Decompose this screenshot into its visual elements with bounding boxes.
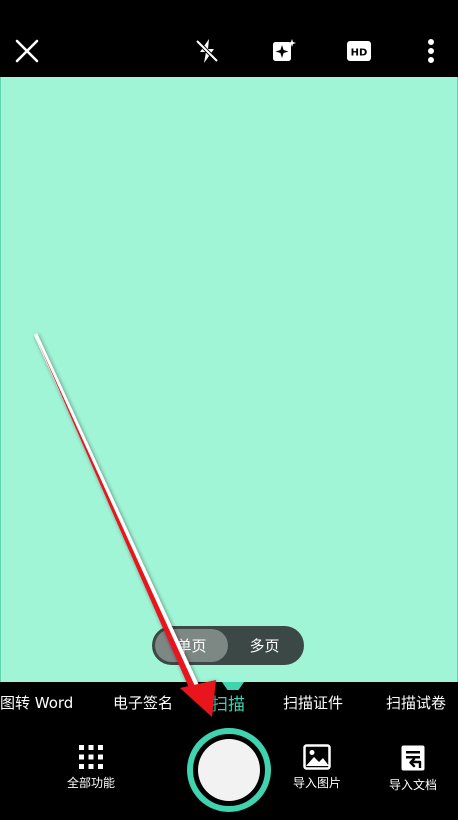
auto-enhance-button[interactable] <box>264 26 304 76</box>
hd-button[interactable]: HD <box>339 26 379 76</box>
grid-icon <box>79 745 103 769</box>
shutter-inner <box>198 739 260 801</box>
mode-image-to-word[interactable]: 图转 Word <box>0 692 73 713</box>
import-image-button[interactable]: 导入图片 <box>277 744 357 791</box>
mode-scan-id[interactable]: 扫描证件 <box>283 692 343 713</box>
mode-scan[interactable]: 扫描 <box>211 690 245 715</box>
mode-e-signature[interactable]: 电子签名 <box>113 692 173 713</box>
top-bar: HD <box>0 0 458 77</box>
camera-preview[interactable] <box>0 77 458 682</box>
close-icon <box>15 39 39 63</box>
multi-page-option[interactable]: 多页 <box>228 629 301 662</box>
document-import-icon <box>401 745 425 771</box>
page-mode-toggle: 单页 多页 <box>152 626 304 665</box>
all-functions-label: 全部功能 <box>66 776 115 790</box>
close-button[interactable] <box>7 26 47 76</box>
flash-off-icon <box>195 39 219 63</box>
mode-scan-exam[interactable]: 扫描试卷 <box>386 692 446 713</box>
more-button[interactable] <box>411 26 451 76</box>
import-image-label: 导入图片 <box>292 776 341 790</box>
sparkle-icon <box>273 39 296 61</box>
svg-text:HD: HD <box>351 48 368 59</box>
flash-toggle-button[interactable] <box>187 26 227 76</box>
hd-icon: HD <box>347 41 371 61</box>
shutter-button[interactable] <box>187 728 271 812</box>
more-vertical-icon <box>428 39 434 63</box>
bottom-controls: 全部功能 导入图片 导入文档 <box>0 726 458 820</box>
single-page-option[interactable]: 单页 <box>155 629 228 662</box>
import-document-button[interactable]: 导入文档 <box>373 744 453 793</box>
image-icon <box>303 744 331 770</box>
import-document-label: 导入文档 <box>388 778 437 792</box>
all-functions-button[interactable]: 全部功能 <box>51 744 131 791</box>
